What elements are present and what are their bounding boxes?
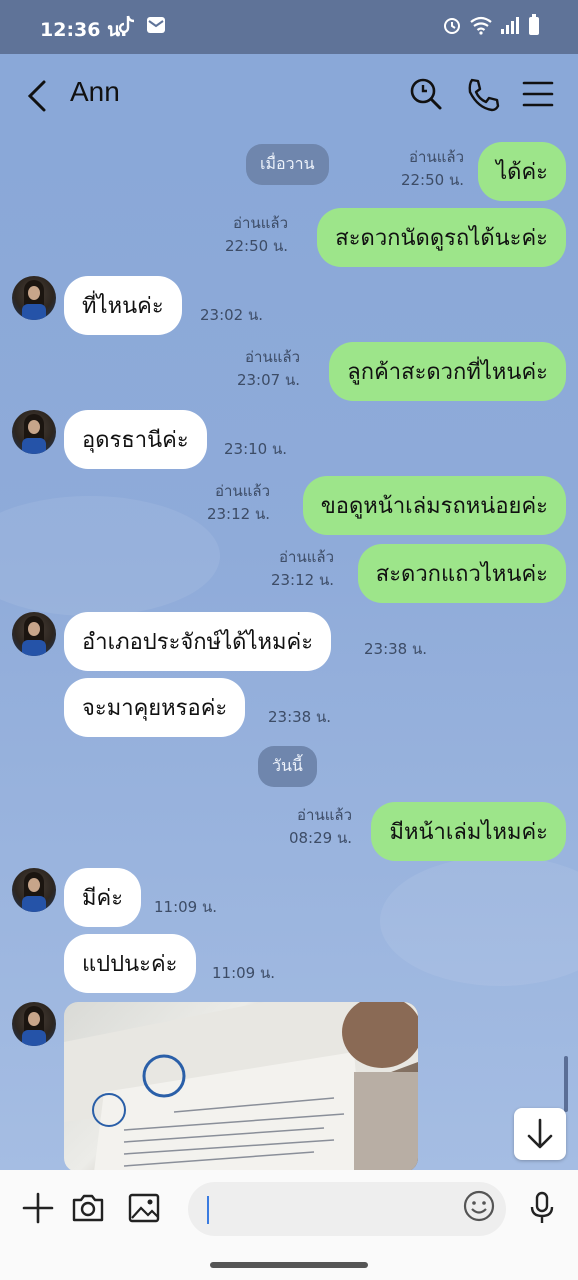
chat-header: Ann xyxy=(0,54,578,136)
arrow-down-icon xyxy=(527,1118,553,1149)
phone-icon[interactable] xyxy=(464,76,500,112)
avatar[interactable] xyxy=(12,410,56,454)
message-meta: อ่านแล้ว 22:50 น. xyxy=(401,146,464,191)
outgoing-message[interactable]: ลูกค้าสะดวกที่ไหนค่ะ xyxy=(329,342,566,401)
contact-name[interactable]: Ann xyxy=(70,76,120,108)
message-time: 23:07 น. xyxy=(236,370,300,389)
message-composer xyxy=(0,1170,578,1280)
incoming-message[interactable]: อุดรธานีค่ะ xyxy=(64,410,207,469)
message-time: 22:50 น. xyxy=(400,170,464,189)
read-receipt: อ่านแล้ว xyxy=(409,148,464,166)
wifi-icon xyxy=(470,16,492,35)
message-meta: อ่านแล้ว 22:50 น. xyxy=(225,212,288,257)
message-time: 23:12 น. xyxy=(270,570,334,589)
date-separator: เมื่อวาน xyxy=(246,144,329,185)
outgoing-message[interactable]: สะดวกแถวไหนค่ะ xyxy=(357,544,566,603)
outgoing-message[interactable]: ขอดูหน้าเล่มรถหน่อยค่ะ xyxy=(302,476,566,535)
message-time: 23:10 น. xyxy=(224,440,288,458)
message-meta: อ่านแล้ว 23:12 น. xyxy=(207,480,270,525)
menu-icon[interactable] xyxy=(520,76,556,112)
back-icon[interactable] xyxy=(22,76,56,116)
message-meta: อ่านแล้ว 23:12 น. xyxy=(271,546,334,591)
battery-icon xyxy=(529,14,539,35)
message-meta: อ่านแล้ว 23:07 น. xyxy=(237,346,300,391)
outgoing-message[interactable]: มีหน้าเล่มไหมค่ะ xyxy=(371,802,566,861)
scrollbar[interactable] xyxy=(564,1056,568,1112)
message-meta: อ่านแล้ว 08:29 น. xyxy=(289,804,352,849)
message-time: 11:09 น. xyxy=(154,898,218,916)
avatar[interactable] xyxy=(12,868,56,912)
avatar[interactable] xyxy=(12,612,56,656)
incoming-message[interactable]: อำเภอประจักษ์ได้ไหมค่ะ xyxy=(64,612,332,671)
message-time: 23:38 น. xyxy=(268,708,332,726)
outgoing-message[interactable]: สะดวกนัดดูรถได้นะค่ะ xyxy=(317,208,566,267)
date-separator: วันนี้ xyxy=(258,746,317,787)
status-bar: 12:36 น. xyxy=(0,0,578,54)
incoming-message[interactable]: แปปนะค่ะ xyxy=(64,934,196,993)
outgoing-message[interactable]: ได้ค่ะ xyxy=(478,142,566,201)
avatar[interactable] xyxy=(12,1002,56,1046)
home-indicator[interactable] xyxy=(210,1262,368,1268)
chat-area[interactable]: เมื่อวาน อ่านแล้ว 22:50 น. ได้ค่ะ อ่านแล… xyxy=(0,136,578,1170)
incoming-message[interactable]: มีค่ะ xyxy=(64,868,142,927)
incoming-message[interactable]: จะมาคุยหรอค่ะ xyxy=(64,678,246,737)
photo-message[interactable] xyxy=(64,1002,418,1170)
message-time: 23:38 น. xyxy=(364,640,428,658)
image-icon[interactable] xyxy=(126,1190,162,1226)
message-time: 23:12 น. xyxy=(206,504,270,523)
scroll-to-bottom-button[interactable] xyxy=(514,1108,566,1160)
message-time: 08:29 น. xyxy=(288,828,352,847)
mail-icon xyxy=(147,17,165,33)
read-receipt: อ่านแล้ว xyxy=(245,348,300,366)
camera-icon[interactable] xyxy=(70,1190,106,1226)
alarm-icon xyxy=(444,18,460,34)
message-time: 22:50 น. xyxy=(224,236,288,255)
search-icon[interactable] xyxy=(408,76,444,112)
message-time: 23:02 น. xyxy=(200,306,264,324)
message-input[interactable] xyxy=(188,1182,506,1236)
read-receipt: อ่านแล้ว xyxy=(297,806,352,824)
avatar[interactable] xyxy=(12,276,56,320)
signal-icon xyxy=(501,17,519,34)
incoming-message[interactable]: ที่ไหนค่ะ xyxy=(64,276,182,335)
message-time: 11:09 น. xyxy=(212,964,276,982)
text-caret xyxy=(207,1196,209,1224)
status-time: 12:36 น. xyxy=(40,19,128,41)
document-photo xyxy=(64,1002,418,1170)
microphone-icon[interactable] xyxy=(524,1190,560,1226)
read-receipt: อ่านแล้ว xyxy=(215,482,270,500)
tiktok-icon xyxy=(118,15,135,34)
plus-icon[interactable] xyxy=(20,1190,56,1226)
emoji-icon[interactable] xyxy=(462,1189,496,1223)
read-receipt: อ่านแล้ว xyxy=(233,214,288,232)
read-receipt: อ่านแล้ว xyxy=(279,548,334,566)
